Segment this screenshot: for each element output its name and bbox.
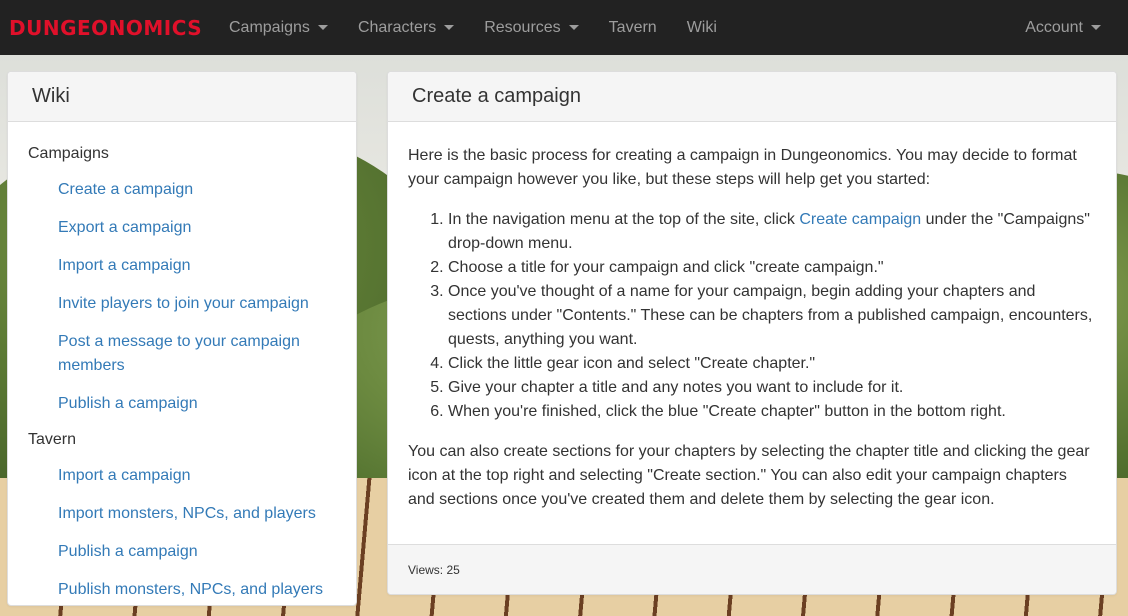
step-6: When you're finished, click the blue "Cr… <box>448 400 1096 424</box>
wiki-link-publish-campaign[interactable]: Publish a campaign <box>58 395 198 412</box>
brand-logo[interactable]: DUNGEONOMICS <box>9 16 214 40</box>
caret-down-icon <box>317 25 328 30</box>
list-item: Import monsters, NPCs, and players <box>28 502 336 526</box>
wiki-link-post-message[interactable]: Post a message to your campaign members <box>58 333 300 374</box>
nav-characters[interactable]: Characters <box>343 0 469 55</box>
nav-resources[interactable]: Resources <box>469 0 593 55</box>
list-item: Post a message to your campaign members <box>28 330 336 378</box>
step-2: Choose a title for your campaign and cli… <box>448 256 1096 280</box>
wiki-section-campaigns: Campaigns <box>28 145 109 162</box>
list-item: Publish monsters, NPCs, and players <box>28 578 336 602</box>
view-count: Views: 25 <box>408 562 460 577</box>
step-4: Click the little gear icon and select "C… <box>448 352 1096 376</box>
steps-list: In the navigation menu at the top of the… <box>448 208 1096 424</box>
nav-resources-label: Resources <box>484 18 561 36</box>
wiki-link-export-campaign[interactable]: Export a campaign <box>58 219 191 236</box>
top-navbar: DUNGEONOMICS Campaigns Characters Resour… <box>0 0 1128 55</box>
wiki-sidebar: Wiki Campaigns Create a campaign Export … <box>7 71 357 606</box>
wiki-link-import-campaign[interactable]: Import a campaign <box>58 257 191 274</box>
article-outro: You can also create sections for your ch… <box>408 443 1090 508</box>
step-1: In the navigation menu at the top of the… <box>448 208 1096 256</box>
list-item: Create a campaign <box>28 178 336 202</box>
article-footer: Views: 25 <box>388 544 1116 594</box>
step-3: Once you've thought of a name for your c… <box>448 280 1096 352</box>
list-item: Invite players to join your campaign <box>28 292 336 316</box>
wiki-link-tavern-publish-campaign[interactable]: Publish a campaign <box>58 543 198 560</box>
nav-campaigns-label: Campaigns <box>229 18 310 36</box>
wiki-link-tavern-import-campaign[interactable]: Import a campaign <box>58 467 191 484</box>
nav-tavern[interactable]: Tavern <box>594 0 672 55</box>
list-item: Export a campaign <box>28 216 336 240</box>
nav-wiki[interactable]: Wiki <box>672 0 732 55</box>
caret-down-icon <box>1091 25 1101 30</box>
wiki-sidebar-title: Wiki <box>8 72 356 122</box>
wiki-link-create-campaign[interactable]: Create a campaign <box>58 181 193 198</box>
nav-account-label: Account <box>1025 18 1083 36</box>
wiki-link-tavern-import-monsters[interactable]: Import monsters, NPCs, and players <box>58 505 316 522</box>
article-intro: Here is the basic process for creating a… <box>408 147 1077 188</box>
campaigns-link-list: Create a campaign Export a campaign Impo… <box>28 178 336 416</box>
wiki-link-invite-players[interactable]: Invite players to join your campaign <box>58 295 309 312</box>
caret-down-icon <box>568 25 579 30</box>
nav-account[interactable]: Account <box>1010 0 1116 55</box>
list-item: Import a campaign <box>28 254 336 278</box>
tavern-link-list: Import a campaign Import monsters, NPCs,… <box>28 464 336 602</box>
nav-tavern-label: Tavern <box>608 18 657 36</box>
caret-down-icon <box>444 25 455 30</box>
article-body: Here is the basic process for creating a… <box>388 122 1116 512</box>
article-title: Create a campaign <box>388 72 1116 122</box>
article-panel: Create a campaign Here is the basic proc… <box>387 71 1117 595</box>
list-item: Publish a campaign <box>28 540 336 564</box>
wiki-section-tavern: Tavern <box>28 431 77 448</box>
list-item: Publish a campaign <box>28 392 336 416</box>
list-item: Import a campaign <box>28 464 336 488</box>
create-campaign-link[interactable]: Create campaign <box>799 211 921 228</box>
nav-wiki-label: Wiki <box>686 18 717 36</box>
step-1-text-before: In the navigation menu at the top of the… <box>448 211 800 228</box>
wiki-link-tavern-publish-monsters[interactable]: Publish monsters, NPCs, and players <box>58 581 323 598</box>
step-5: Give your chapter a title and any notes … <box>448 376 1096 400</box>
nav-characters-label: Characters <box>357 18 437 36</box>
nav-campaigns[interactable]: Campaigns <box>214 0 343 55</box>
